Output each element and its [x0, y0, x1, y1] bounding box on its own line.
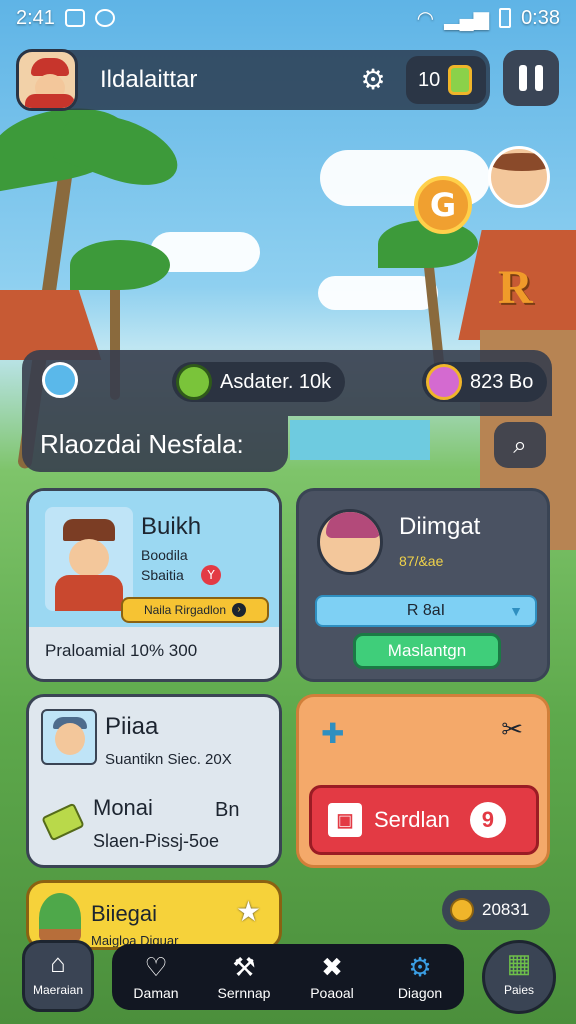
player-avatar[interactable] — [16, 49, 78, 111]
nav-item-sernnap[interactable]: ⚒ Sernnap — [204, 953, 284, 1001]
card2-dropdown-value: R 8aI — [406, 602, 446, 619]
quest-title-bar: Rlaozdai Nesfala: — [22, 416, 288, 472]
nav-home-label: Maeraian — [32, 983, 84, 997]
card2-dropdown[interactable]: R 8aI ▼ — [315, 595, 537, 627]
card1-title: Buikh — [141, 513, 202, 540]
card3-line2: Monai — [93, 795, 153, 820]
quest-card-3[interactable]: Piiaa Suantikn Siec. 20X Monai Bn Slaen-… — [26, 694, 282, 868]
quest-card-2[interactable]: Diimgat 87/&ae R 8aI ▼ Maslantgn — [296, 488, 550, 682]
card2-title: Diimgat — [399, 513, 481, 540]
resource-panel: Asdater. 10k 823 Bo — [22, 350, 552, 416]
map-icon: ▦ — [506, 948, 532, 978]
card1-line1: Boodila — [141, 547, 188, 563]
player-header: Ildalaittar ⚙ 10 — [16, 49, 490, 111]
card1-button-label: Naila Rirgadlon — [143, 603, 227, 617]
star-icon[interactable]: ★ — [236, 895, 261, 928]
heart-icon: ♡ — [144, 952, 168, 982]
notification-icon — [64, 9, 85, 27]
character-portrait — [317, 509, 383, 575]
nav-item-diagon[interactable]: ⚙ Diagon — [380, 953, 460, 1001]
nav-item-label: Diagon — [397, 985, 443, 1001]
clock-left: 2:41 — [16, 6, 55, 29]
search-icon[interactable]: ⌕ — [494, 422, 546, 468]
cloud — [318, 276, 438, 310]
coin-counter[interactable]: 10 — [406, 56, 486, 104]
resource-b-value: Asdater. 10k — [220, 370, 332, 393]
gold-value: 20831 — [482, 900, 530, 919]
tool-icon — [41, 802, 85, 842]
resource-c-value: 823 Bo — [470, 370, 534, 393]
card1-action-button[interactable]: Naila Rirgadlon › — [121, 597, 269, 623]
plant-icon — [39, 893, 81, 943]
npc-avatar[interactable] — [488, 146, 550, 208]
card5-title: Biiegai — [91, 901, 158, 926]
arrow-right-icon: › — [232, 603, 247, 617]
book-icon: ▣ — [328, 803, 362, 837]
status-bar: 2:41 ◠ ▂▄▆ 0:38 — [0, 0, 576, 36]
card2-confirm-button[interactable]: Maslantgn — [353, 633, 501, 669]
palm-leaf — [70, 240, 170, 290]
wrench-icon: ⚒ — [232, 952, 256, 982]
gem-icon — [448, 65, 473, 95]
pause-button[interactable] — [503, 50, 559, 106]
coin-count: 10 — [418, 68, 441, 91]
resource-item-b[interactable]: Asdater. 10k — [172, 362, 346, 402]
card3-line1: Suantikn Siec. 20X — [105, 751, 232, 768]
card1-footer: Praloamial 10% 300 — [45, 641, 198, 660]
sea — [290, 420, 430, 460]
energy-resource[interactable] — [42, 362, 78, 398]
battery-icon — [499, 8, 512, 28]
potion-icon — [426, 364, 462, 400]
alert-badge-icon: Y — [201, 565, 221, 585]
card3-line3: Slaen-Pissj-5oe — [93, 831, 220, 851]
card3-line2-right: Bn — [215, 799, 240, 821]
chevron-down-icon: ▼ — [509, 603, 523, 619]
nav-item-poaoal[interactable]: ✖ Poaoal — [292, 953, 372, 1001]
wifi-icon: ◠ — [416, 7, 435, 30]
card4-action-button[interactable]: ▣ Serdlan 9 — [309, 785, 539, 855]
bottom-nav: ♡ Daman ⚒ Sernnap ✖ Poaoal ⚙ Diagon — [112, 944, 464, 1010]
timer-badge-icon[interactable]: G — [414, 176, 472, 234]
card4-button-label: Serdlan — [374, 807, 450, 832]
nav-paies-label: Paies — [503, 983, 535, 997]
pickaxe-icon: ✖ — [321, 952, 343, 982]
shop-sign: R — [498, 261, 533, 314]
nav-item-label: Sernnap — [217, 985, 271, 1001]
quest-title: Rlaozdai Nesfala: — [40, 428, 244, 459]
resource-item-c[interactable]: 823 Bo — [422, 362, 548, 402]
quest-card-1[interactable]: Buikh Boodila Sbaitia Y Naila Rirgadlon … — [26, 488, 282, 682]
puzzle-icon: ✚ — [321, 717, 345, 750]
character-portrait — [41, 709, 97, 765]
nav-paies-button[interactable]: ▦ Paies — [482, 940, 556, 1014]
card1-line2: Sbaitia — [141, 567, 184, 583]
gear-icon: ⚙ — [408, 952, 432, 982]
nav-home-button[interactable]: ⌂ Maeraian — [22, 940, 94, 1012]
leaf-icon — [176, 364, 212, 400]
energy-icon — [42, 362, 78, 398]
clock-right: 0:38 — [521, 6, 560, 29]
house-icon: ⌂ — [50, 948, 66, 978]
alarm-icon — [94, 9, 115, 27]
nav-item-label: Daman — [133, 985, 179, 1001]
character-portrait — [45, 507, 133, 611]
card3-title: Piiaa — [105, 713, 159, 740]
card4-badge: 9 — [469, 802, 506, 838]
nav-item-label: Poaoal — [310, 985, 354, 1001]
player-name: Ildalaittar — [100, 66, 198, 93]
gold-counter[interactable]: 20831 — [442, 890, 550, 930]
signal-icon: ▂▄▆ — [444, 7, 490, 30]
card2-sub: 87/&ae — [399, 553, 444, 569]
gold-coin-icon — [450, 898, 474, 922]
quest-card-4[interactable]: ✚ ✂ ▣ Serdlan 9 — [296, 694, 550, 868]
tools-icon[interactable]: ✂ — [501, 715, 523, 745]
settings-gear-icon[interactable]: ⚙ — [358, 65, 388, 95]
nav-item-daman[interactable]: ♡ Daman — [116, 953, 196, 1001]
